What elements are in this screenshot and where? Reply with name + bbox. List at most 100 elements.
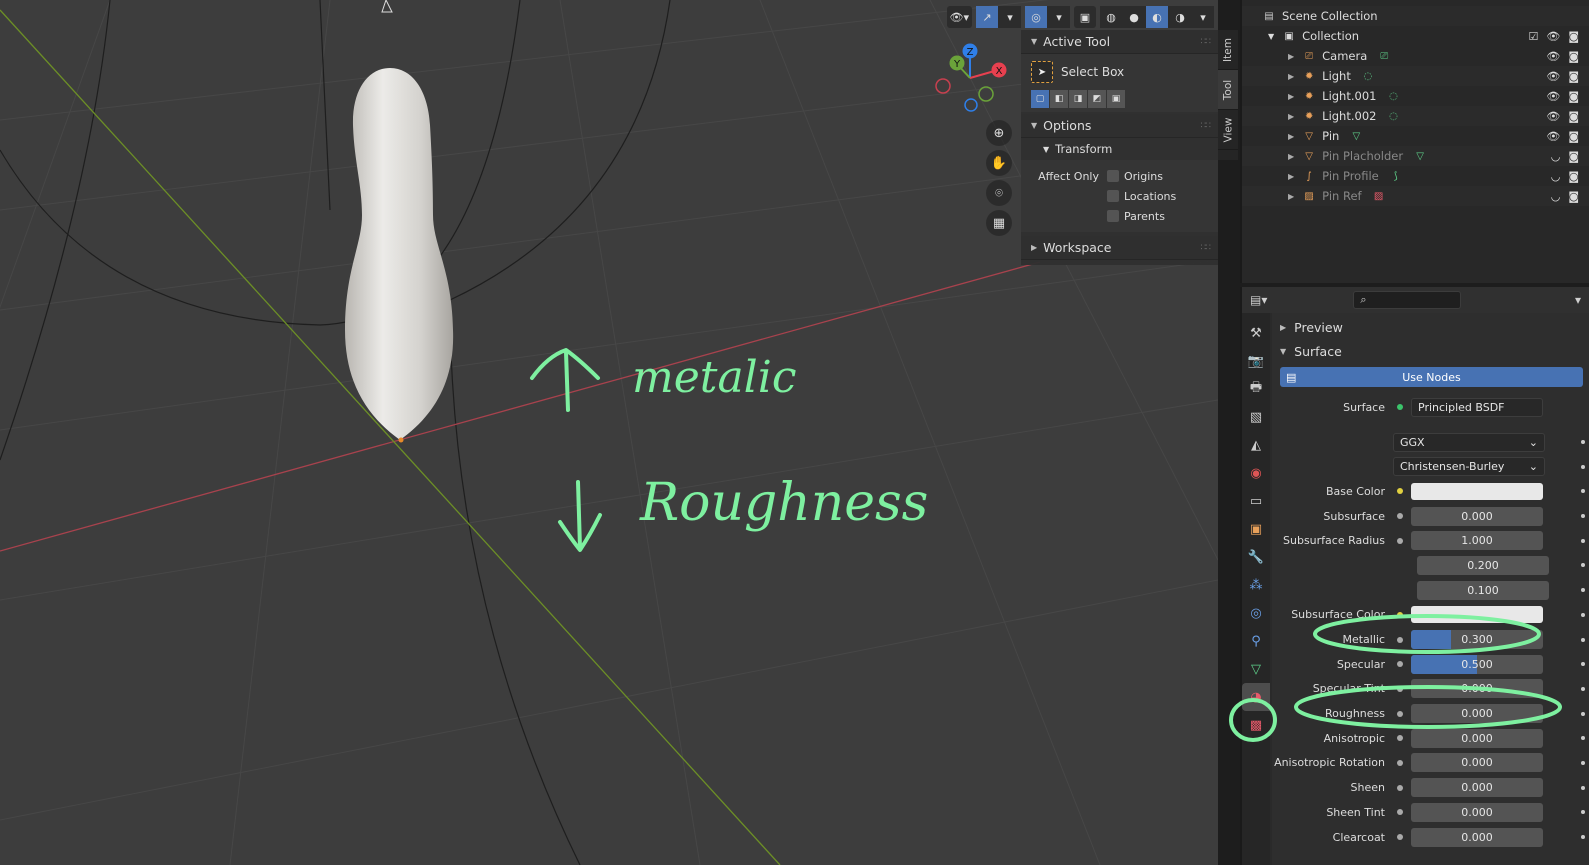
xray-toggle-icon[interactable]: ▣ xyxy=(1074,6,1096,28)
output-properties-icon[interactable]: 🖶 xyxy=(1242,375,1270,403)
value-socket-icon[interactable] xyxy=(1393,657,1407,671)
mode-subtract-icon[interactable]: ◨ xyxy=(1069,90,1087,108)
select-box-icon[interactable]: ➤ xyxy=(1031,61,1053,83)
workspace-header[interactable]: ▶ Workspace ∷∷ xyxy=(1021,236,1218,260)
gizmo-neg-y[interactable] xyxy=(978,86,994,102)
keyframe-dot[interactable] xyxy=(1581,835,1585,840)
property-value-field[interactable]: 0.500 xyxy=(1411,654,1543,674)
color-socket-icon[interactable] xyxy=(1393,484,1407,498)
property-value-field[interactable]: 0.000 xyxy=(1411,506,1543,526)
value-socket-icon[interactable] xyxy=(1393,731,1407,745)
expand-triangle-icon[interactable]: ▶ xyxy=(1288,172,1294,181)
material-properties-icon[interactable]: ◕ xyxy=(1242,683,1270,711)
texture-properties-icon[interactable]: ▩ xyxy=(1242,711,1270,739)
gizmo-neg-z[interactable] xyxy=(964,98,978,112)
mode-new-icon[interactable]: ▢ xyxy=(1031,90,1049,108)
keyframe-dot[interactable] xyxy=(1581,785,1585,790)
shading-dropdown-icon[interactable]: ▾ xyxy=(1192,6,1214,28)
use-nodes-button[interactable]: ▤ Use Nodes xyxy=(1280,367,1583,387)
camera-render-icon[interactable]: ◙ xyxy=(1568,70,1579,83)
property-value-field[interactable]: 0.000 xyxy=(1411,827,1543,847)
subsurface-method-dropdown[interactable]: Christensen-Burley ⌄ xyxy=(1393,457,1545,477)
navigation-gizmo[interactable]: Z X Y xyxy=(930,40,1010,120)
property-value-field[interactable]: 0.200 xyxy=(1417,555,1549,575)
expand-triangle-icon[interactable]: ▶ xyxy=(1288,52,1294,61)
mesh-data-icon[interactable]: ▽ xyxy=(1413,149,1427,163)
property-value-field[interactable]: 0.000 xyxy=(1411,679,1543,699)
pan-hand-icon[interactable]: ✋ xyxy=(986,150,1012,176)
camera-render-icon[interactable]: ◙ xyxy=(1568,90,1579,103)
eye-icon[interactable]: 👁 xyxy=(1546,110,1560,123)
parents-checkbox[interactable] xyxy=(1107,210,1119,222)
options-header[interactable]: ▼ Options ∷∷ xyxy=(1021,114,1218,138)
distribution-dropdown[interactable]: GGX ⌄ xyxy=(1393,432,1545,452)
property-value-field[interactable]: 0.000 xyxy=(1411,704,1543,724)
light-data-icon[interactable]: ◌ xyxy=(1386,89,1400,103)
property-value-field[interactable]: 0.000 xyxy=(1411,778,1543,798)
property-value-field[interactable]: 0.000 xyxy=(1411,753,1543,773)
keyframe-dot[interactable] xyxy=(1581,686,1585,691)
tab-item[interactable]: Item xyxy=(1218,30,1238,70)
property-value-field[interactable]: 0.000 xyxy=(1411,802,1543,822)
mode-intersect-icon[interactable]: ▣ xyxy=(1107,90,1125,108)
eye-icon[interactable]: 👁 xyxy=(1546,30,1560,43)
value-socket-icon[interactable] xyxy=(1393,633,1407,647)
base-color-swatch[interactable] xyxy=(1411,482,1543,500)
drag-grip-icon[interactable]: ∷∷ xyxy=(1201,243,1212,253)
keyframe-dot[interactable] xyxy=(1581,588,1585,593)
keyframe-dot[interactable] xyxy=(1581,637,1585,642)
expand-triangle-icon[interactable]: ▶ xyxy=(1288,192,1294,201)
solid-shading-icon[interactable]: ● xyxy=(1123,6,1145,28)
curve-data-icon[interactable]: ⟆ xyxy=(1389,169,1403,183)
keyframe-dot[interactable] xyxy=(1581,810,1585,815)
camera-render-icon[interactable]: ◙ xyxy=(1568,170,1579,183)
tab-view[interactable]: View xyxy=(1218,110,1238,150)
world-properties-icon[interactable]: ◉ xyxy=(1242,459,1270,487)
collapse-triangle-icon[interactable]: ▼ xyxy=(1268,32,1274,41)
outliner-item[interactable]: ▶ ▽ Pin ▽ 👁 ◙ xyxy=(1242,126,1589,146)
wireframe-shading-icon[interactable]: ◍ xyxy=(1100,6,1122,28)
camera-render-icon[interactable]: ◙ xyxy=(1568,110,1579,123)
tab-tool[interactable]: Tool xyxy=(1218,70,1238,110)
keyframe-dot[interactable] xyxy=(1581,538,1585,543)
value-socket-icon[interactable] xyxy=(1393,781,1407,795)
expand-triangle-icon[interactable]: ▶ xyxy=(1288,152,1294,161)
camera-render-icon[interactable]: ◙ xyxy=(1568,150,1579,163)
gizmo-dropdown-icon[interactable]: ▾ xyxy=(999,6,1021,28)
outliner-item[interactable]: ▶ ✹ Light.001 ◌ 👁 ◙ xyxy=(1242,86,1589,106)
keyframe-dot[interactable] xyxy=(1581,514,1585,519)
expand-triangle-icon[interactable]: ▶ xyxy=(1288,72,1294,81)
keyframe-dot[interactable] xyxy=(1581,736,1585,741)
transform-subheader[interactable]: ▼ Transform xyxy=(1021,138,1218,160)
camera-data-icon[interactable]: ⎚ xyxy=(1377,49,1391,63)
expand-triangle-icon[interactable]: ▶ xyxy=(1288,92,1294,101)
value-socket-icon[interactable] xyxy=(1393,756,1407,770)
perspective-grid-icon[interactable]: ▦ xyxy=(986,210,1012,236)
tool-settings-icon[interactable]: ⚒ xyxy=(1242,319,1270,347)
editor-type-icon[interactable]: ▤▾ xyxy=(1250,293,1267,307)
subsurface-color-swatch[interactable] xyxy=(1411,606,1543,624)
rendered-shading-icon[interactable]: ◑ xyxy=(1169,6,1191,28)
outliner-item[interactable]: ▶ ✹ Light.002 ◌ 👁 ◙ xyxy=(1242,106,1589,126)
collection-row[interactable]: ▼ ▣ Collection ☑ 👁 ◙ xyxy=(1242,26,1589,46)
camera-render-icon[interactable]: ◙ xyxy=(1568,30,1579,43)
hidden-eye-icon[interactable]: ◡ xyxy=(1551,170,1561,183)
property-value-field[interactable]: 1.000 xyxy=(1411,531,1543,551)
object-properties-icon[interactable]: ▣ xyxy=(1242,515,1270,543)
render-properties-icon[interactable]: 📷 xyxy=(1242,347,1270,375)
eye-icon[interactable]: 👁 xyxy=(1546,130,1560,143)
physics-properties-icon[interactable]: ◎ xyxy=(1242,599,1270,627)
camera-render-icon[interactable]: ◙ xyxy=(1568,190,1579,203)
keyframe-dot[interactable] xyxy=(1581,760,1585,765)
value-socket-icon[interactable] xyxy=(1393,509,1407,523)
property-value-field[interactable]: 0.100 xyxy=(1417,580,1549,600)
eye-icon[interactable]: 👁 xyxy=(1546,70,1560,83)
drag-grip-icon[interactable]: ∷∷ xyxy=(1201,37,1212,47)
image-data-icon[interactable]: ▨ xyxy=(1372,189,1386,203)
light-data-icon[interactable]: ◌ xyxy=(1386,109,1400,123)
preview-section-header[interactable]: ▶ Preview xyxy=(1272,315,1589,339)
keyframe-dot[interactable] xyxy=(1581,464,1585,469)
origins-checkbox[interactable] xyxy=(1107,170,1119,182)
view-object-types-button[interactable]: 👁▾ xyxy=(946,6,972,28)
object-data-icon[interactable]: ▽ xyxy=(1242,655,1270,683)
